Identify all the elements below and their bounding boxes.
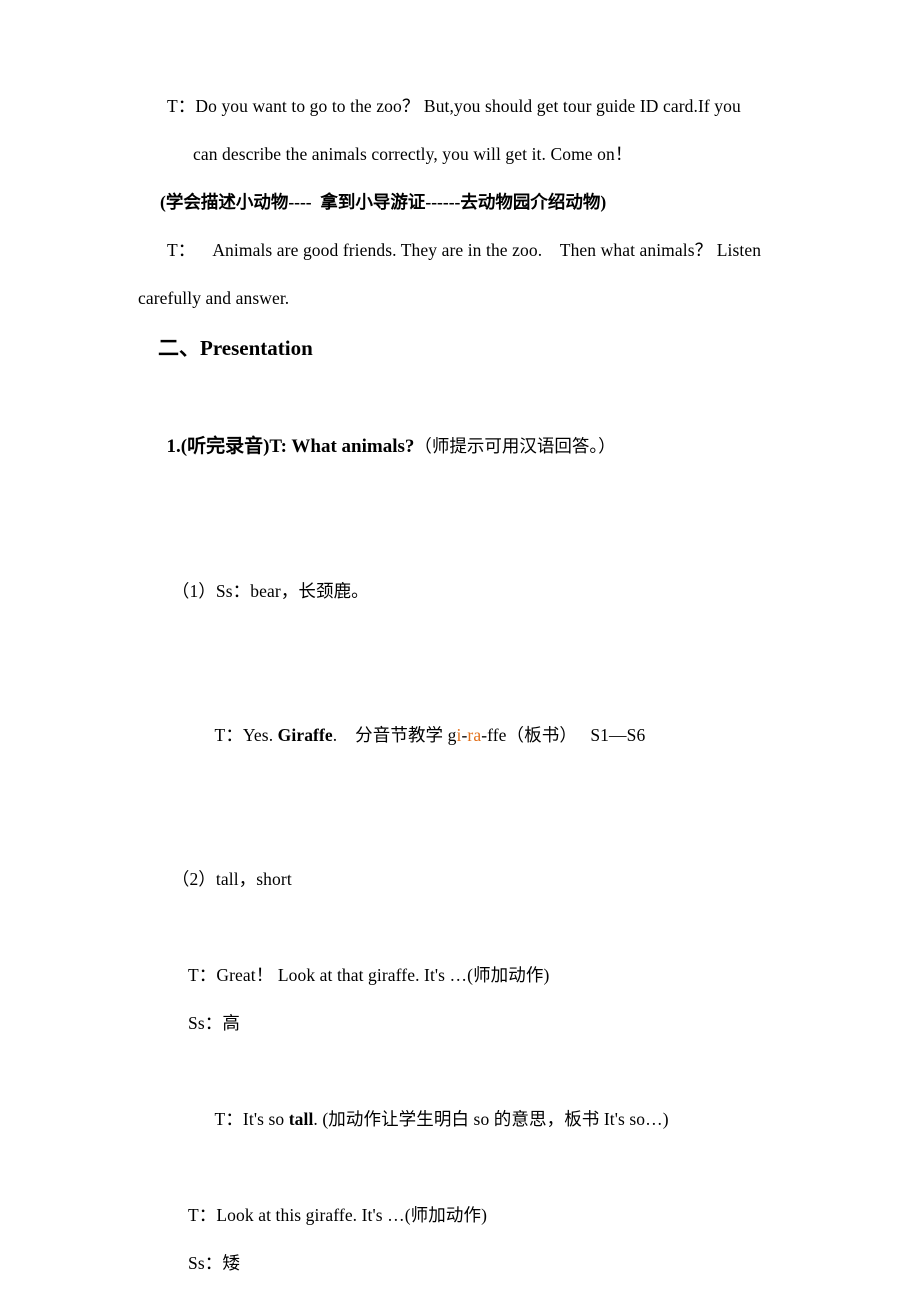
dialogue-line-look-this: T：Look at this giraffe. It's …(师加动作): [188, 1205, 488, 1225]
list-item-2-label: （2）: [171, 869, 216, 889]
dialogue-line-intro-2: can describe the animals correctly, you …: [193, 144, 633, 164]
so-tall-prefix: T：It's so: [214, 1109, 289, 1129]
subsection-listening-item: 1.(听完录音)T: What animals?（师提示可用汉语回答。）: [138, 374, 786, 519]
giraffe-prefix: T：Yes.: [214, 725, 278, 745]
giraffe-tail: -ffe（板书） S1—S6: [481, 725, 646, 745]
subsection-listening-label: 1.(听完录音)T: What animals?: [166, 436, 415, 457]
list-item-2: （2）tall，short: [145, 807, 786, 951]
section-heading-presentation: 二、Presentation: [158, 336, 313, 360]
subsection-listening-chinese-note: （师提示可用汉语回答。）: [414, 436, 616, 456]
dialogue-line-ss-short: Ss：矮: [188, 1253, 240, 1273]
so-tall-post: . (加动作让学生明白 so 的意思，板书 It's so…): [313, 1109, 669, 1129]
document-body: T：Do you want to go to the zoo？ But,you …: [138, 82, 786, 1302]
dialogue-line-ss-tall: Ss：高: [188, 1013, 240, 1033]
giraffe-post: . 分音节教学 g: [332, 725, 457, 745]
chinese-objective-note: (学会描述小动物---- 拿到小导游证------去动物园介绍动物): [160, 192, 607, 212]
list-item-1: （1）Ss：bear，长颈鹿。: [145, 519, 786, 663]
dialogue-line-animals: T： Animals are good friends. They are in…: [167, 240, 762, 260]
dialogue-line-intro-1: T：Do you want to go to the zoo？ But,you …: [167, 96, 741, 116]
document-page: T：Do you want to go to the zoo？ But,you …: [0, 0, 920, 1302]
word-tall: tall: [288, 1109, 314, 1129]
phoneme-ra: ra: [467, 725, 482, 745]
dialogue-line-so-short: T：It's so short. （How many sounds can yo…: [188, 1287, 786, 1302]
list-item-1-text: Ss：bear，长颈鹿。: [215, 581, 369, 601]
list-item-1-label: （1）: [171, 581, 216, 601]
dialogue-line-so-tall: T：It's so tall. (加动作让学生明白 so 的意思，板书 It's…: [188, 1047, 786, 1191]
dialogue-line-animals-cont: carefully and answer.: [138, 288, 290, 308]
list-item-2-text: tall，short: [215, 869, 292, 889]
dialogue-line-giraffe: T：Yes. Giraffe. 分音节教学 gi-ra-ffe（板书） S1—S…: [188, 663, 786, 807]
giraffe-word: Giraffe: [277, 725, 333, 745]
dialogue-line-great: T：Great！ Look at that giraffe. It's …(师加…: [188, 965, 550, 985]
